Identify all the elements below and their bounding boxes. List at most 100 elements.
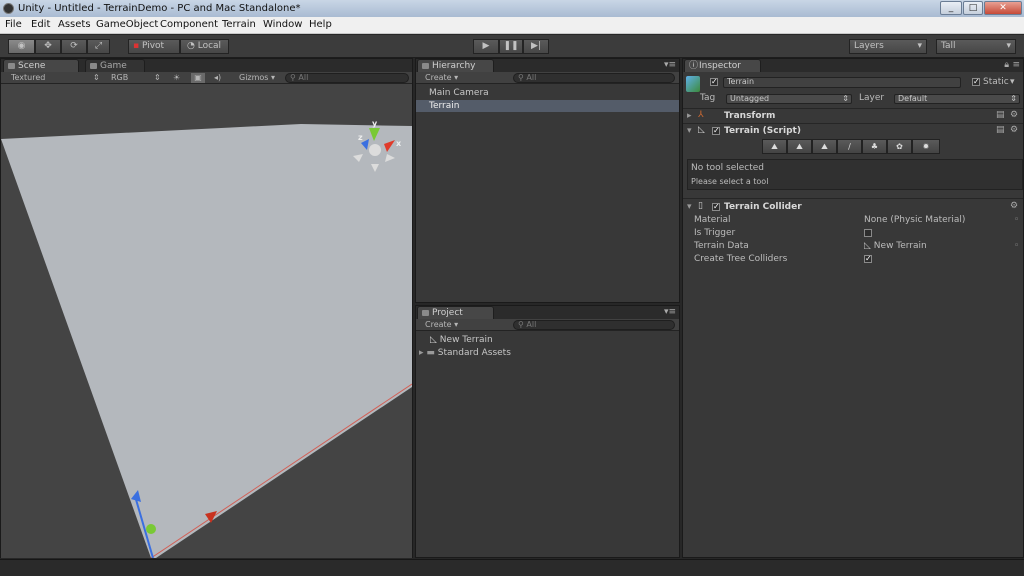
- static-checkbox[interactable]: ✓: [972, 78, 980, 86]
- tab-hierarchy[interactable]: Hierarchy: [417, 59, 494, 72]
- menu-assets[interactable]: Assets: [58, 19, 91, 30]
- is-trigger-checkbox[interactable]: [864, 229, 872, 237]
- terrain-tools-toolbar: ⛰ ⛰ ⛰ ∕ ♣ ✿ ✹: [762, 139, 940, 154]
- terrain-data-value: New Terrain: [873, 241, 927, 251]
- hierarchy-create-dropdown[interactable]: Create ▾: [425, 73, 458, 83]
- project-tabstrip: Project ▾≡: [416, 306, 679, 319]
- menu-file[interactable]: File: [5, 19, 22, 30]
- transform-header[interactable]: Transform: [724, 111, 775, 121]
- terrain-script-header[interactable]: Terrain (Script): [724, 126, 801, 136]
- object-name-field[interactable]: Terrain: [723, 77, 961, 88]
- scene-search-input[interactable]: ⚲ All: [285, 73, 409, 83]
- project-search-input[interactable]: ⚲ All: [513, 320, 675, 330]
- smooth-height-button[interactable]: ⛰: [812, 139, 837, 154]
- scale-tool-button[interactable]: ⤢: [87, 39, 110, 54]
- render-mode-dropdown[interactable]: RGB: [111, 73, 128, 83]
- gear-icon[interactable]: ⚙: [1010, 202, 1019, 211]
- menu-edit[interactable]: Edit: [31, 19, 50, 30]
- raise-lower-terrain-button[interactable]: ⛰: [762, 139, 787, 154]
- expand-arrow-icon[interactable]: ▸: [687, 111, 692, 121]
- hand-tool-button[interactable]: ◉: [8, 39, 35, 54]
- layer-dropdown[interactable]: Default ⇕: [894, 94, 1020, 104]
- tag-dropdown[interactable]: Untagged ⇕: [726, 94, 852, 104]
- material-field[interactable]: None (Physic Material): [864, 215, 965, 225]
- active-checkbox[interactable]: ✓: [710, 78, 718, 86]
- paint-height-button[interactable]: ⛰: [787, 139, 812, 154]
- hierarchy-toolbar: Create ▾ ⚲ All: [416, 72, 679, 84]
- static-label: Static: [983, 77, 1009, 87]
- expand-arrow-icon[interactable]: ▸: [419, 348, 424, 358]
- gear-icon[interactable]: ⚙: [1010, 111, 1019, 120]
- menu-help[interactable]: Help: [309, 19, 332, 30]
- local-toggle[interactable]: ◔ Local: [180, 39, 229, 54]
- play-icon: ▶: [482, 41, 490, 51]
- pause-button[interactable]: ❚❚: [499, 39, 523, 54]
- paint-texture-button[interactable]: ∕: [837, 139, 862, 154]
- search-icon: ⚲: [518, 73, 524, 82]
- static-chevron-icon[interactable]: ▾: [1010, 77, 1015, 87]
- project-search-placeholder: All: [526, 320, 537, 329]
- tree-colliders-checkbox[interactable]: ✓: [864, 255, 872, 263]
- help-icon[interactable]: ▤: [996, 126, 1005, 135]
- menu-terrain[interactable]: Terrain: [222, 19, 256, 30]
- step-button[interactable]: ▶|: [523, 39, 549, 54]
- tab-project[interactable]: Project: [417, 306, 494, 319]
- close-button[interactable]: ✕: [984, 1, 1022, 15]
- brush-icon: ∕: [848, 142, 851, 151]
- object-picker-icon[interactable]: ◦: [1014, 241, 1019, 251]
- pivot-toggle[interactable]: ▪ Pivot: [128, 39, 180, 54]
- terrain-collider-enabled-checkbox[interactable]: ✓: [712, 203, 720, 211]
- project-item-new-terrain[interactable]: ◺ New Terrain: [416, 334, 679, 346]
- terrain-collider-header[interactable]: Terrain Collider: [724, 202, 802, 212]
- hierarchy-search-input[interactable]: ⚲ All: [513, 73, 675, 83]
- gear-icon[interactable]: ⚙: [1010, 126, 1019, 135]
- hierarchy-icon: [422, 63, 429, 69]
- project-panel: Project ▾≡ Create ▾ ⚲ All ◺ New Terrain …: [415, 305, 680, 558]
- scene-viewport[interactable]: y x z: [1, 84, 412, 558]
- project-toolbar: Create ▾ ⚲ All: [416, 319, 679, 331]
- terrain-settings-button[interactable]: ✹: [912, 139, 940, 154]
- project-item-standard-assets[interactable]: ▸ ▬ Standard Assets: [416, 347, 679, 359]
- tab-scene[interactable]: Scene: [3, 59, 79, 72]
- panel-menu-icon[interactable]: ▾≡: [664, 60, 676, 70]
- collapse-arrow-icon[interactable]: ▾: [687, 202, 692, 212]
- audio-toggle-icon[interactable]: ◂): [214, 73, 221, 83]
- shading-dropdown[interactable]: Textured: [11, 73, 45, 83]
- object-picker-icon[interactable]: ◦: [1014, 215, 1019, 225]
- tab-inspector[interactable]: ⓘ Inspector: [684, 59, 761, 72]
- rotate-tool-button[interactable]: ⟳: [61, 39, 87, 54]
- menu-gameobject[interactable]: GameObject: [96, 19, 158, 30]
- help-icon[interactable]: ▤: [996, 111, 1005, 120]
- layers-dropdown[interactable]: Layers ▾: [849, 39, 927, 54]
- project-create-dropdown[interactable]: Create ▾: [425, 320, 458, 330]
- move-tool-button[interactable]: ✥: [35, 39, 61, 54]
- maximize-button[interactable]: □: [963, 1, 983, 15]
- game-icon: [90, 63, 97, 69]
- image-toggle-icon[interactable]: ▣: [191, 73, 205, 83]
- tab-scene-label: Scene: [18, 61, 46, 71]
- place-trees-button[interactable]: ♣: [862, 139, 887, 154]
- paint-details-button[interactable]: ✿: [887, 139, 912, 154]
- layer-value: Default: [898, 94, 928, 103]
- gizmo-center-icon[interactable]: [369, 144, 381, 156]
- y-axis-handle-icon[interactable]: [146, 524, 156, 534]
- hierarchy-item-terrain[interactable]: Terrain: [416, 100, 679, 112]
- panel-menu-icon[interactable]: ▾≡: [664, 307, 676, 317]
- collapse-arrow-icon[interactable]: ▾: [687, 126, 692, 136]
- minimize-button[interactable]: _: [940, 1, 962, 15]
- menu-window[interactable]: Window: [263, 19, 302, 30]
- terrain-data-label: Terrain Data: [694, 241, 749, 251]
- layout-dropdown[interactable]: Tall ▾: [936, 39, 1016, 54]
- menu-component[interactable]: Component: [160, 19, 218, 30]
- gizmos-dropdown[interactable]: Gizmos: [239, 73, 268, 83]
- lighting-toggle-icon[interactable]: ☀: [173, 73, 180, 83]
- play-button[interactable]: ▶: [473, 39, 499, 54]
- panel-menu-icon[interactable]: ≡: [1012, 60, 1020, 70]
- hierarchy-item-main-camera[interactable]: Main Camera: [416, 87, 679, 99]
- lock-icon[interactable]: 🔒︎: [1004, 60, 1009, 70]
- terrain-data-field[interactable]: ◺ New Terrain: [864, 241, 927, 251]
- terrain-script-enabled-checkbox[interactable]: ✓: [712, 127, 720, 135]
- tab-game[interactable]: Game: [85, 59, 145, 72]
- tool-info-title: No tool selected: [691, 163, 764, 173]
- hierarchy-item-label: Terrain: [429, 101, 460, 111]
